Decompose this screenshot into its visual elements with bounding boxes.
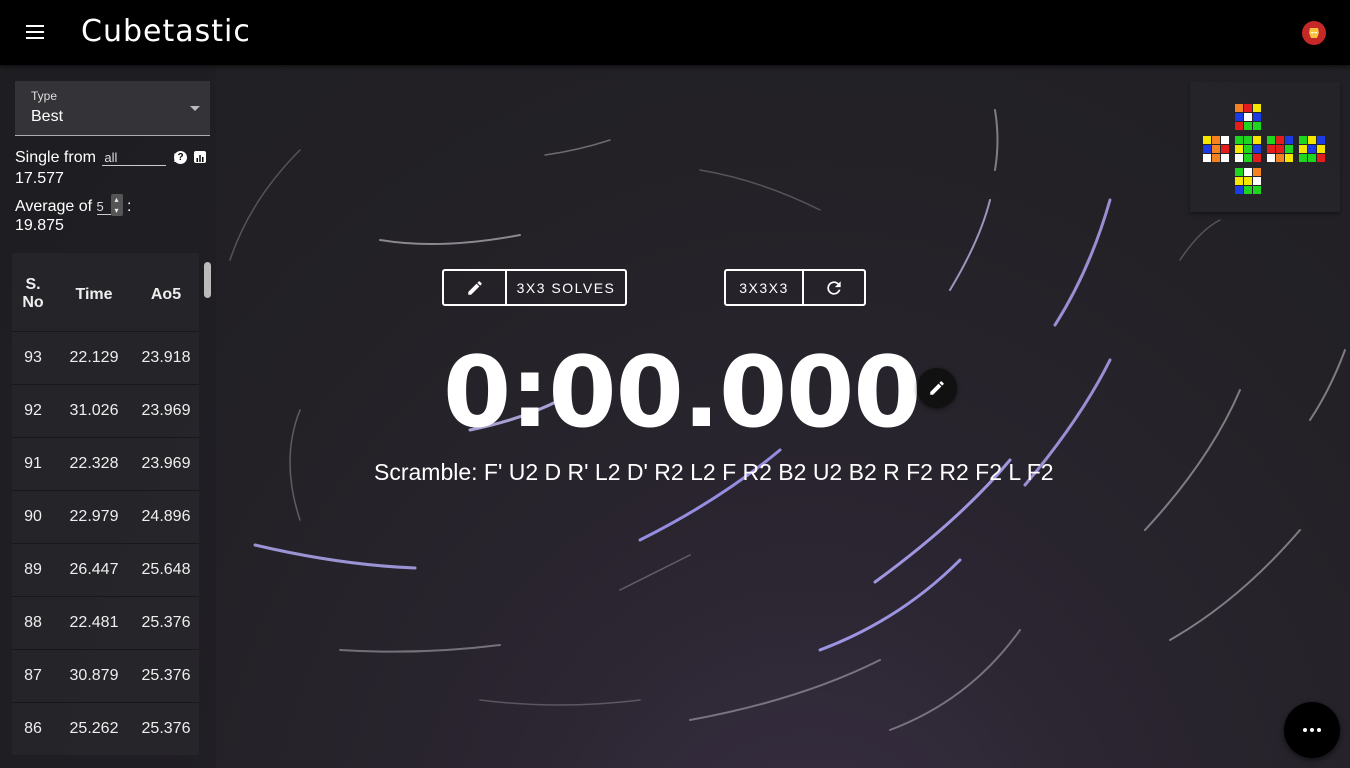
cell-ao5: 23.918 [141,349,191,366]
table-row[interactable]: 92 31.026 23.969 [12,384,199,437]
single-label: Single from [15,149,96,166]
chevron-down-icon [190,106,200,111]
cell-sno: 87 [24,667,42,684]
cell-time: 30.879 [69,667,119,684]
type-select-label: Type [31,89,58,103]
table-scrollbar[interactable] [204,262,211,298]
cell-ao5: 24.896 [141,508,191,525]
average-label: Average of [15,198,93,216]
cell-time: 31.026 [69,402,119,419]
scramble-text: Scramble: F' U2 D R' L2 D' R2 L2 F R2 B2… [374,459,1054,485]
cell-sno: 88 [24,614,42,631]
session-select-button[interactable]: 3X3 SOLVES [505,271,625,304]
stats-sidebar: Type Best Single from all : ? 17.577 Ave… [0,65,216,768]
help-icon[interactable]: ? [174,151,187,164]
average-best-value: 19.875 [15,217,64,234]
bar-chart-icon[interactable] [194,151,206,163]
puzzle-button-group: 3X3X3 [724,269,866,306]
cell-time: 22.979 [69,508,119,525]
refresh-icon [827,280,841,295]
iron-man-avatar-icon[interactable] [1302,21,1326,45]
cell-ao5: 25.376 [141,614,191,631]
table-row[interactable]: 91 22.328 23.969 [12,437,199,490]
table-row[interactable]: 87 30.879 25.376 [12,649,199,702]
single-best-value: 17.577 [15,170,64,187]
cell-ao5: 23.969 [141,402,191,419]
table-row[interactable]: 86 25.262 25.376 [12,702,199,755]
session-button-group: 3X3 SOLVES [442,269,627,306]
cell-time: 25.262 [69,720,119,737]
average-colon: : [127,198,132,216]
table-header: S. No Time Ao5 [12,253,199,331]
type-select-value: Best [31,108,64,125]
cell-sno: 92 [24,402,42,419]
table-row[interactable]: 88 22.481 25.376 [12,596,199,649]
cell-sno: 93 [24,349,42,366]
more-horizontal-icon [1302,728,1323,732]
new-scramble-button[interactable] [802,271,864,304]
single-best-row: Single from all : [15,149,177,167]
header-time[interactable]: Time [56,286,132,304]
cube-net-image [1203,104,1325,194]
solves-table: S. No Time Ao5 93 22.129 23.918 92 31.026… [12,253,199,768]
timer-display[interactable]: 0:00.000 [443,338,922,448]
average-row: Average of 5 ▴ ▾ : [15,194,132,218]
cell-ao5: 23.969 [141,455,191,472]
table-row[interactable]: 93 22.129 23.918 [12,331,199,384]
average-n-stepper[interactable]: ▴ ▾ [110,194,123,216]
table-row[interactable]: 90 22.979 24.896 [12,490,199,543]
cell-ao5: 25.376 [141,667,191,684]
cell-sno: 91 [24,455,42,472]
average-n-input[interactable]: 5 [96,199,111,216]
cell-time: 22.328 [69,455,119,472]
header-sno[interactable]: S. No [12,276,54,312]
app-bar: Cubetastic [0,0,1350,65]
cube-net-preview [1190,82,1340,212]
cell-sno: 90 [24,508,42,525]
cell-ao5: 25.376 [141,720,191,737]
cell-time: 22.129 [69,349,119,366]
pencil-icon [930,381,944,395]
cell-time: 26.447 [69,561,119,578]
menu-icon[interactable] [24,22,48,42]
cell-time: 22.481 [69,614,119,631]
type-select[interactable]: Type Best [15,81,210,136]
single-scope-input[interactable]: all [102,150,167,166]
header-ao5[interactable]: Ao5 [136,286,196,304]
more-options-button[interactable] [1284,702,1340,758]
app-title: Cubetastic [81,14,251,49]
edit-session-button[interactable] [444,271,505,304]
puzzle-select-button[interactable]: 3X3X3 [726,271,802,304]
cell-ao5: 25.648 [141,561,191,578]
table-row[interactable]: 89 26.447 25.648 [12,543,199,596]
pencil-icon [467,280,482,295]
cell-sno: 89 [24,561,42,578]
cell-sno: 86 [24,720,42,737]
edit-time-button[interactable] [917,368,957,408]
